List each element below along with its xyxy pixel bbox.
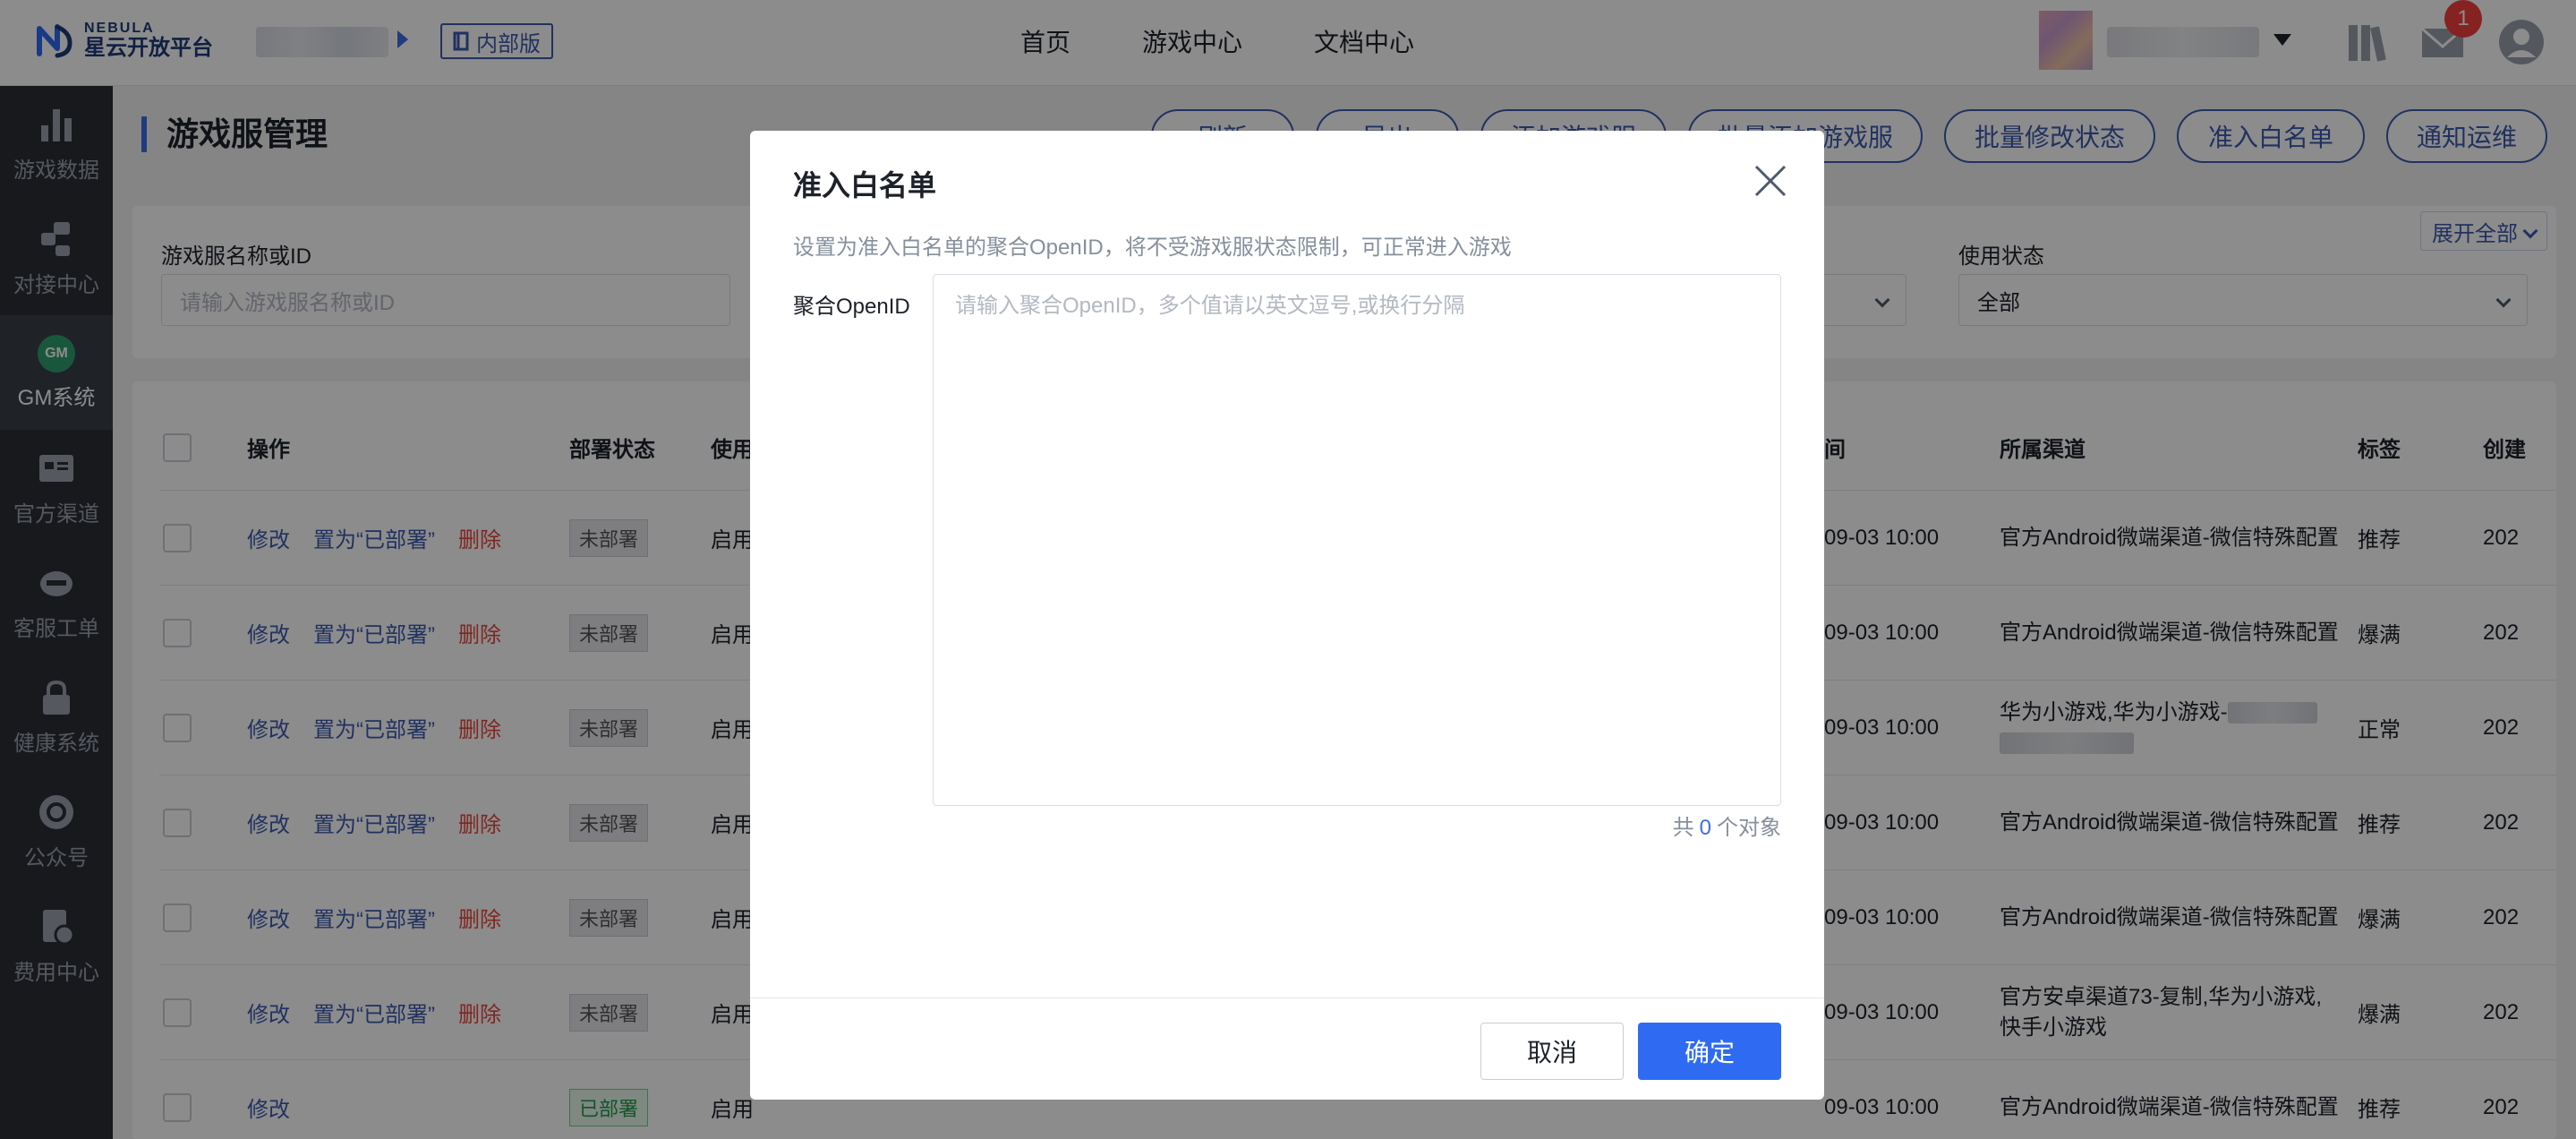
whitelist-modal: 准入白名单 设置为准入白名单的聚合OpenID，将不受游戏服状态限制，可正常进入…: [750, 131, 1824, 1100]
object-counter: 共 0 个对象: [1673, 809, 1781, 841]
openid-field-label: 聚合OpenID: [793, 295, 910, 319]
openid-textarea[interactable]: [933, 274, 1781, 806]
close-icon[interactable]: [1753, 163, 1788, 199]
counter-suffix: 个对象: [1717, 816, 1781, 840]
counter-prefix: 共: [1672, 816, 1694, 840]
cancel-button[interactable]: 取消: [1480, 1023, 1624, 1080]
counter-value: 0: [1699, 816, 1711, 840]
confirm-button[interactable]: 确定: [1638, 1023, 1781, 1080]
modal-title: 准入白名单: [793, 169, 937, 201]
modal-description: 设置为准入白名单的聚合OpenID，将不受游戏服状态限制，可正常进入游戏: [793, 236, 1512, 260]
